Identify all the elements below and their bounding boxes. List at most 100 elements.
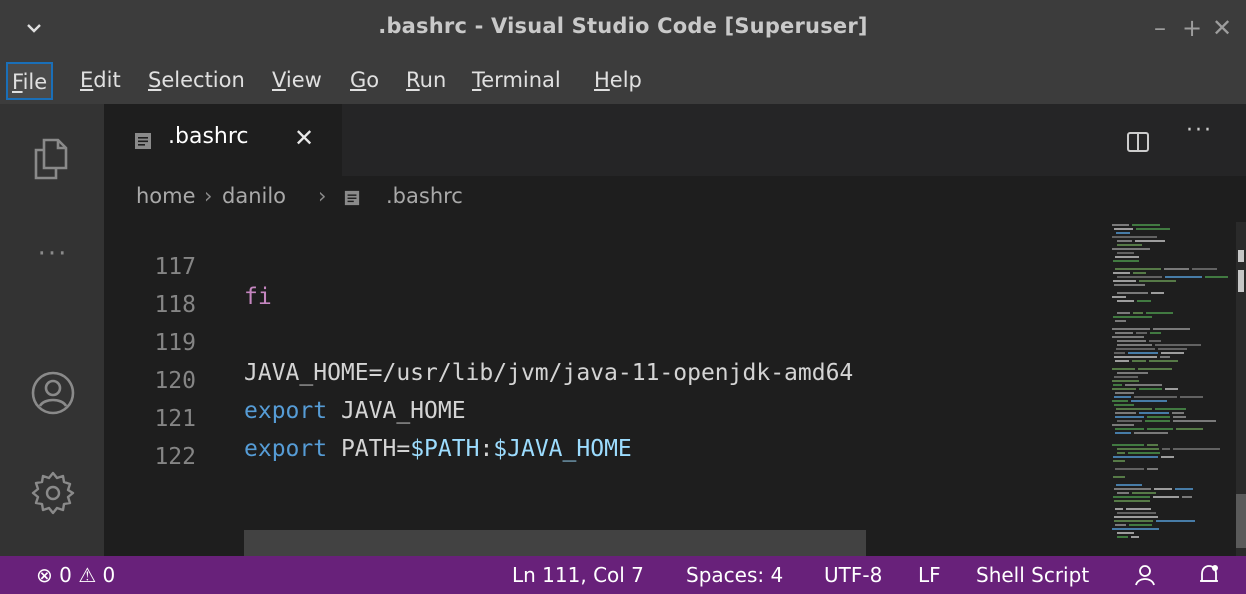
- minimap-line: [1116, 484, 1142, 486]
- minimap-line: [1151, 292, 1164, 294]
- minimap-line: [1117, 300, 1134, 302]
- feedback-icon[interactable]: [1132, 563, 1158, 587]
- minimap-line: [1112, 400, 1128, 402]
- minimap-line: [1114, 404, 1134, 406]
- menu-terminal[interactable]: Terminal: [468, 62, 565, 100]
- error-icon: ⊗: [36, 563, 53, 587]
- minimap-line: [1173, 420, 1216, 422]
- minimap-line: [1112, 424, 1134, 426]
- minimap-line: [1117, 512, 1156, 514]
- minimap-line: [1164, 268, 1189, 270]
- scroll-thumb[interactable]: [1236, 494, 1246, 548]
- menu-edit[interactable]: Edit: [76, 62, 125, 100]
- minimap-line: [1131, 400, 1167, 402]
- minimap-line: [1205, 276, 1228, 278]
- minimap-line: [1113, 496, 1150, 498]
- minimap-line: [1132, 360, 1146, 362]
- indentation[interactable]: Spaces: 4: [686, 562, 783, 588]
- warning-icon: ⚠: [78, 563, 97, 587]
- code-line: 117 fi: [104, 222, 271, 310]
- minimap-line: [1115, 416, 1144, 418]
- minimap-line: [1176, 428, 1203, 430]
- error-count: 0: [59, 563, 72, 587]
- minimap-line: [1112, 224, 1129, 226]
- end-of-line[interactable]: LF: [918, 562, 941, 588]
- settings-gear-icon[interactable]: [26, 466, 80, 520]
- minimap-line: [1114, 520, 1153, 522]
- menu-view[interactable]: View: [268, 62, 326, 100]
- more-actions-icon[interactable]: ···: [1186, 118, 1213, 143]
- maximize-button[interactable]: +: [1178, 14, 1206, 42]
- minimap-line: [1117, 244, 1142, 246]
- menu-go[interactable]: Go: [346, 62, 383, 100]
- code-editor[interactable]: 117 fi 118 119 JAVA_HOME=/usr/lib/jvm/ja…: [104, 222, 1108, 556]
- minimap-line: [1147, 444, 1158, 446]
- minimap-line: [1132, 492, 1156, 494]
- vertical-scrollbar[interactable]: [1236, 222, 1246, 556]
- window-title: .bashrc - Visual Studio Code [Superuser]: [378, 14, 868, 38]
- minimize-button[interactable]: –: [1146, 14, 1174, 42]
- minimap-line: [1115, 332, 1133, 334]
- menu-run[interactable]: Run: [402, 62, 450, 100]
- chevron-right-icon: ›: [318, 184, 327, 208]
- split-editor-icon[interactable]: [1124, 128, 1152, 156]
- menu-help[interactable]: Help: [590, 62, 646, 100]
- minimap-line: [1114, 396, 1131, 398]
- tab-label: .bashrc: [168, 124, 249, 149]
- minimap-line: [1114, 284, 1145, 286]
- code-line: 122: [104, 412, 196, 470]
- minimap-line: [1115, 268, 1161, 270]
- minimap-line: [1149, 340, 1161, 342]
- problems-indicator[interactable]: ⊗ 0 ⚠ 0: [36, 562, 115, 588]
- menu-file[interactable]: File: [6, 62, 54, 100]
- minimap-line: [1139, 412, 1169, 414]
- minimap-line: [1158, 348, 1187, 350]
- explorer-icon[interactable]: [26, 132, 80, 186]
- close-icon[interactable]: ✕: [294, 124, 314, 152]
- minimap-line: [1136, 228, 1170, 230]
- cursor-position[interactable]: Ln 111, Col 7: [512, 562, 644, 588]
- breadcrumb-file[interactable]: .bashrc: [386, 184, 463, 208]
- minimap-line: [1115, 256, 1139, 258]
- menu-selection[interactable]: Selection: [144, 62, 249, 100]
- minimap-line: [1117, 452, 1125, 454]
- more-icon[interactable]: ···: [26, 234, 80, 288]
- minimap-line: [1113, 460, 1125, 462]
- close-window-button[interactable]: ✕: [1208, 14, 1236, 42]
- minimap-line: [1161, 456, 1174, 458]
- minimap-line: [1114, 516, 1158, 518]
- account-icon[interactable]: [26, 366, 80, 420]
- minimap-line: [1113, 384, 1122, 386]
- minimap-line: [1117, 312, 1130, 314]
- horizontal-scrollbar[interactable]: [244, 530, 866, 556]
- minimap-line: [1153, 496, 1179, 498]
- minimap-line: [1114, 500, 1150, 502]
- minimap-line: [1156, 520, 1195, 522]
- minimap[interactable]: [1108, 222, 1246, 556]
- breadcrumb: home › danilo › .bashrc: [104, 176, 1246, 222]
- encoding[interactable]: UTF-8: [824, 562, 882, 588]
- minimap-line: [1113, 476, 1125, 478]
- minimap-line: [1192, 268, 1217, 270]
- minimap-line: [1134, 396, 1177, 398]
- breadcrumb-danilo[interactable]: danilo: [222, 184, 286, 208]
- file-icon: [135, 133, 151, 149]
- tab-bashrc[interactable]: .bashrc ✕: [104, 104, 342, 176]
- code-line: 121 export PATH=$PATH:$JAVA_HOME: [104, 374, 631, 462]
- minimap-line: [1113, 260, 1139, 262]
- minimap-line: [1117, 372, 1148, 374]
- minimap-line: [1117, 276, 1162, 278]
- minimap-line: [1175, 488, 1193, 490]
- language-mode[interactable]: Shell Script: [976, 562, 1089, 588]
- notifications-bell-icon[interactable]: [1196, 563, 1222, 587]
- minimap-line: [1113, 456, 1158, 458]
- minimap-line: [1139, 388, 1162, 390]
- minimap-line: [1115, 428, 1144, 430]
- minimap-line: [1112, 236, 1157, 238]
- minimap-line: [1112, 296, 1126, 298]
- scroll-marker: [1238, 270, 1244, 292]
- minimap-line: [1153, 328, 1190, 330]
- minimap-line: [1113, 272, 1130, 274]
- breadcrumb-home[interactable]: home: [136, 184, 196, 208]
- tab-bar: .bashrc ✕ ···: [104, 104, 1246, 176]
